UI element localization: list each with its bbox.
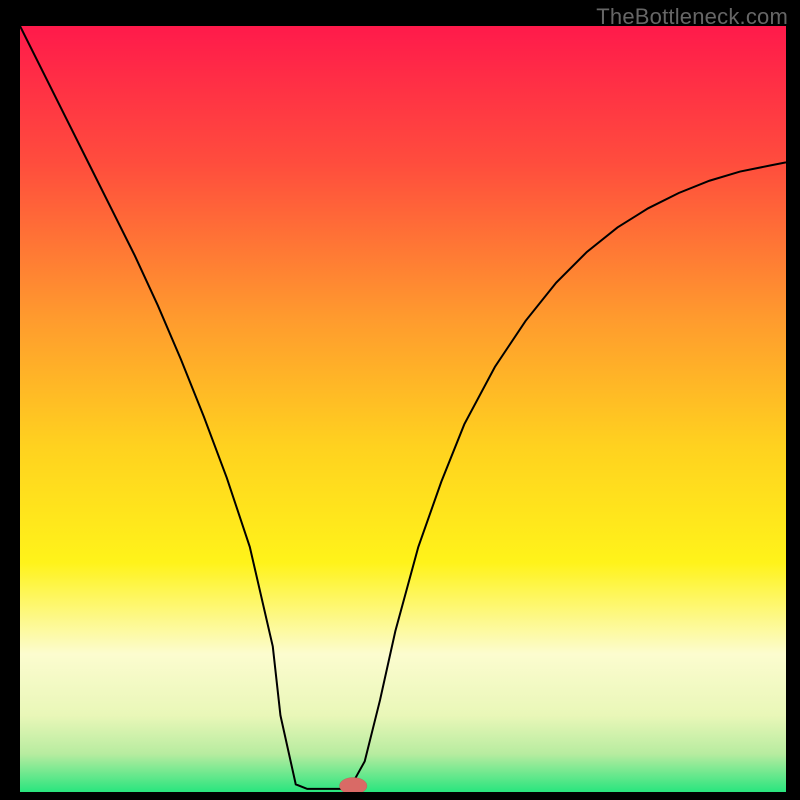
chart-frame: TheBottleneck.com xyxy=(0,0,800,800)
chart-background xyxy=(20,26,786,792)
watermark-text: TheBottleneck.com xyxy=(596,4,788,30)
chart-svg xyxy=(20,26,786,792)
plot-area xyxy=(20,26,786,792)
